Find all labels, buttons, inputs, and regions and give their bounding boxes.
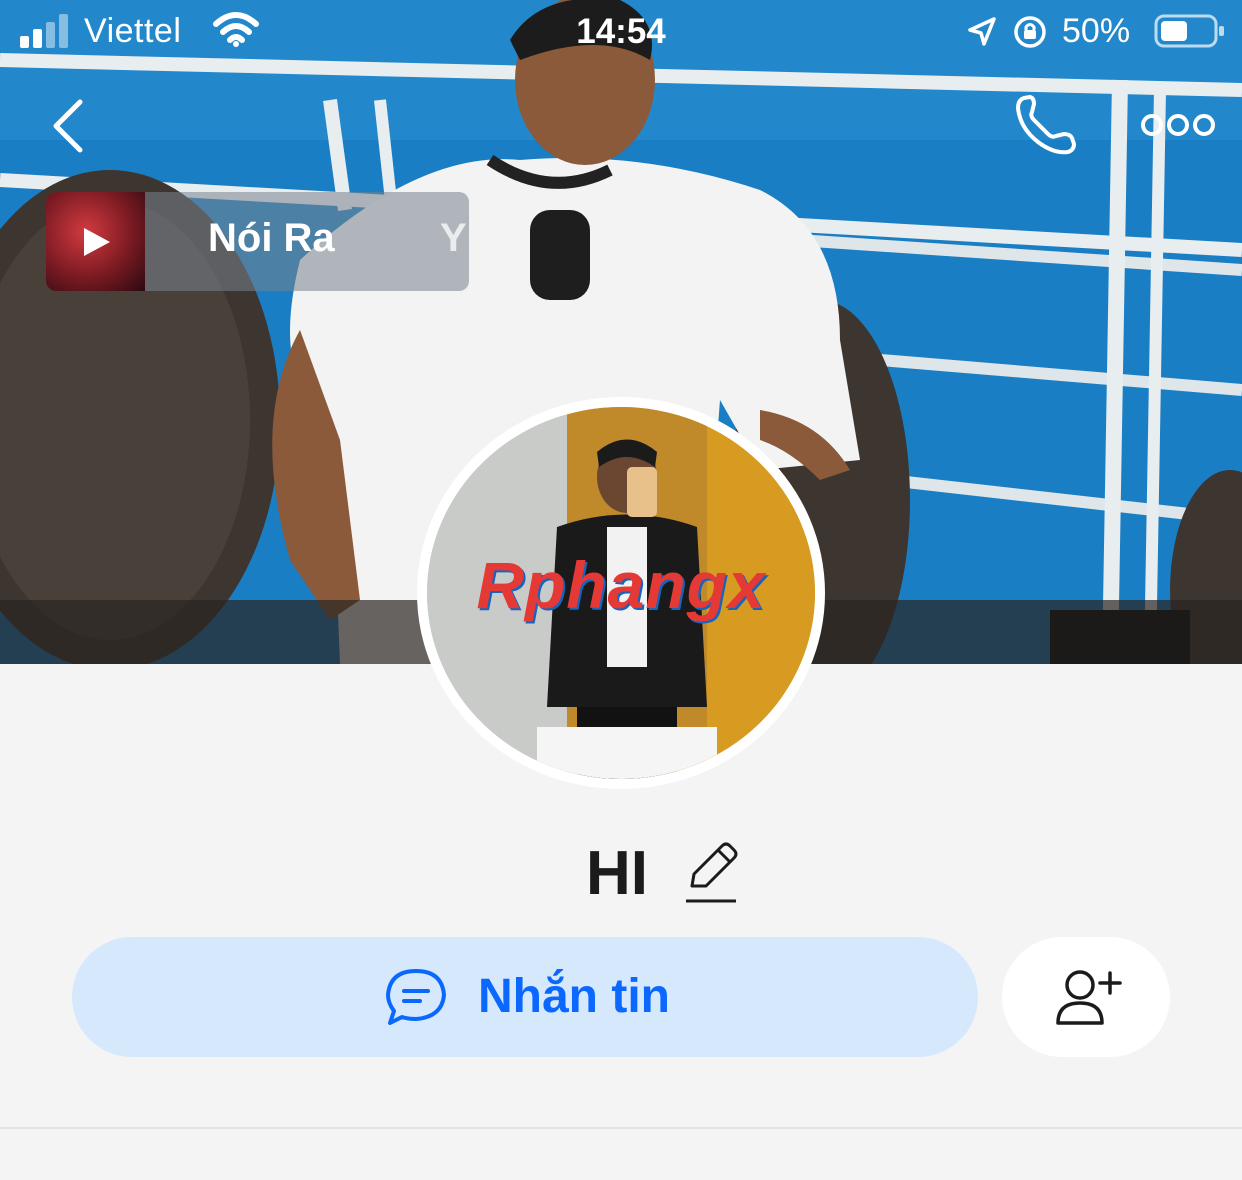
profile-music-player[interactable]: Nói Ra Y [46,192,469,291]
play-icon[interactable] [78,224,114,260]
rotation-lock-icon [1014,16,1046,48]
phone-icon[interactable] [1010,92,1080,158]
music-title-overflow: Y [440,216,467,260]
message-button-label: Nhắn tin [478,970,670,1023]
profile-avatar[interactable]: Rphangx [417,397,825,789]
profile-screen: Viettel 14:54 50% Nói Ra Y Rphangx HI Nh… [0,0,1242,1180]
music-album-cover [46,192,145,291]
location-arrow-icon [968,17,996,46]
profile-name: HI [586,839,648,908]
chat-bubble-icon [386,969,446,1025]
battery-percent: 50% [1062,12,1131,50]
status-time: 14:54 [576,12,666,51]
avatar-photo: Rphangx [427,407,815,779]
more-dots-icon[interactable] [1140,110,1216,140]
message-button[interactable]: Nhắn tin [72,937,978,1057]
battery-icon [1154,14,1224,48]
back-chevron-left-icon[interactable] [46,98,90,154]
section-divider [0,1127,1242,1129]
add-friend-button[interactable] [1002,937,1170,1057]
profile-name-row: HI [0,838,1242,908]
music-title: Nói Ra [208,216,335,260]
pencil-icon[interactable] [682,838,740,906]
avatar-watermark-text: Rphangx [476,548,766,622]
status-bar: Viettel 14:54 50% [0,0,1242,64]
add-user-icon [1056,970,1122,1025]
